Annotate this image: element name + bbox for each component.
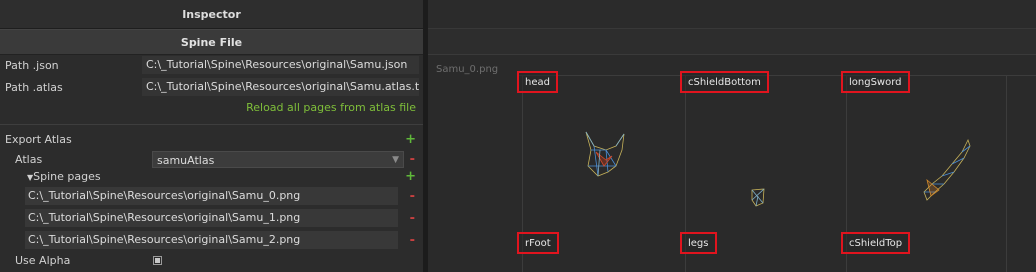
- page-field[interactable]: C:\_Tutorial\Spine\Resources\original\Sa…: [25, 231, 398, 249]
- export-atlas-row: Export Atlas +: [0, 128, 423, 150]
- use-alpha-label: Use Alpha: [15, 253, 71, 267]
- atlas-label: Atlas: [15, 152, 43, 166]
- path-json-row: Path .json C:\_Tutorial\Spine\Resources\…: [0, 54, 423, 76]
- add-export-atlas-icon[interactable]: +: [405, 132, 416, 147]
- spine-file-section-header[interactable]: Spine File: [0, 29, 423, 55]
- region-label[interactable]: head: [517, 71, 558, 93]
- use-alpha-row: Use Alpha: [0, 249, 423, 271]
- reload-atlas-link[interactable]: Reload all pages from atlas file: [246, 101, 416, 114]
- path-atlas-label: Path .atlas: [5, 80, 63, 94]
- inspector-panel: Inspector Spine File Path .json C:\_Tuto…: [0, 0, 423, 272]
- atlas-viewport[interactable]: Samu_0.png head cShieldBottom longSword …: [428, 0, 1036, 272]
- divider: [0, 124, 423, 125]
- shield-mesh: [751, 188, 765, 207]
- remove-page-icon[interactable]: -: [410, 233, 415, 248]
- page-row: C:\_Tutorial\Spine\Resources\original\Sa…: [0, 229, 423, 251]
- inspector-title: Inspector: [0, 0, 423, 29]
- remove-page-icon[interactable]: -: [410, 189, 415, 204]
- region-label[interactable]: longSword: [841, 71, 910, 93]
- region-label[interactable]: legs: [680, 232, 717, 254]
- region-label[interactable]: rFoot: [517, 232, 559, 254]
- page-field[interactable]: C:\_Tutorial\Spine\Resources\original\Sa…: [25, 187, 398, 205]
- spine-pages-foldout[interactable]: ▼Spine pages: [27, 170, 101, 183]
- path-json-label: Path .json: [5, 58, 59, 72]
- page-row: C:\_Tutorial\Spine\Resources\original\Sa…: [0, 207, 423, 229]
- add-page-icon[interactable]: +: [405, 169, 416, 184]
- reload-row: Reload all pages from atlas file: [0, 96, 423, 118]
- path-json-field[interactable]: C:\_Tutorial\Spine\Resources\original\Sa…: [142, 56, 419, 74]
- page-field[interactable]: C:\_Tutorial\Spine\Resources\original\Sa…: [25, 209, 398, 227]
- region-label[interactable]: cShieldBottom: [680, 71, 769, 93]
- export-atlas-label: Export Atlas: [5, 132, 72, 146]
- head-mesh: [585, 131, 625, 177]
- region-label[interactable]: cShieldTop: [841, 232, 911, 254]
- sword-mesh: [923, 138, 971, 201]
- use-alpha-checkbox[interactable]: [153, 255, 162, 265]
- remove-page-icon[interactable]: -: [410, 211, 415, 226]
- spine-pages-row: ▼Spine pages +: [0, 165, 423, 187]
- page-row: C:\_Tutorial\Spine\Resources\original\Sa…: [0, 185, 423, 207]
- path-atlas-row: Path .atlas C:\_Tutorial\Spine\Resources…: [0, 76, 423, 98]
- path-atlas-field[interactable]: C:\_Tutorial\Spine\Resources\original\Sa…: [142, 78, 419, 96]
- spine-pages-label: Spine pages: [33, 169, 101, 183]
